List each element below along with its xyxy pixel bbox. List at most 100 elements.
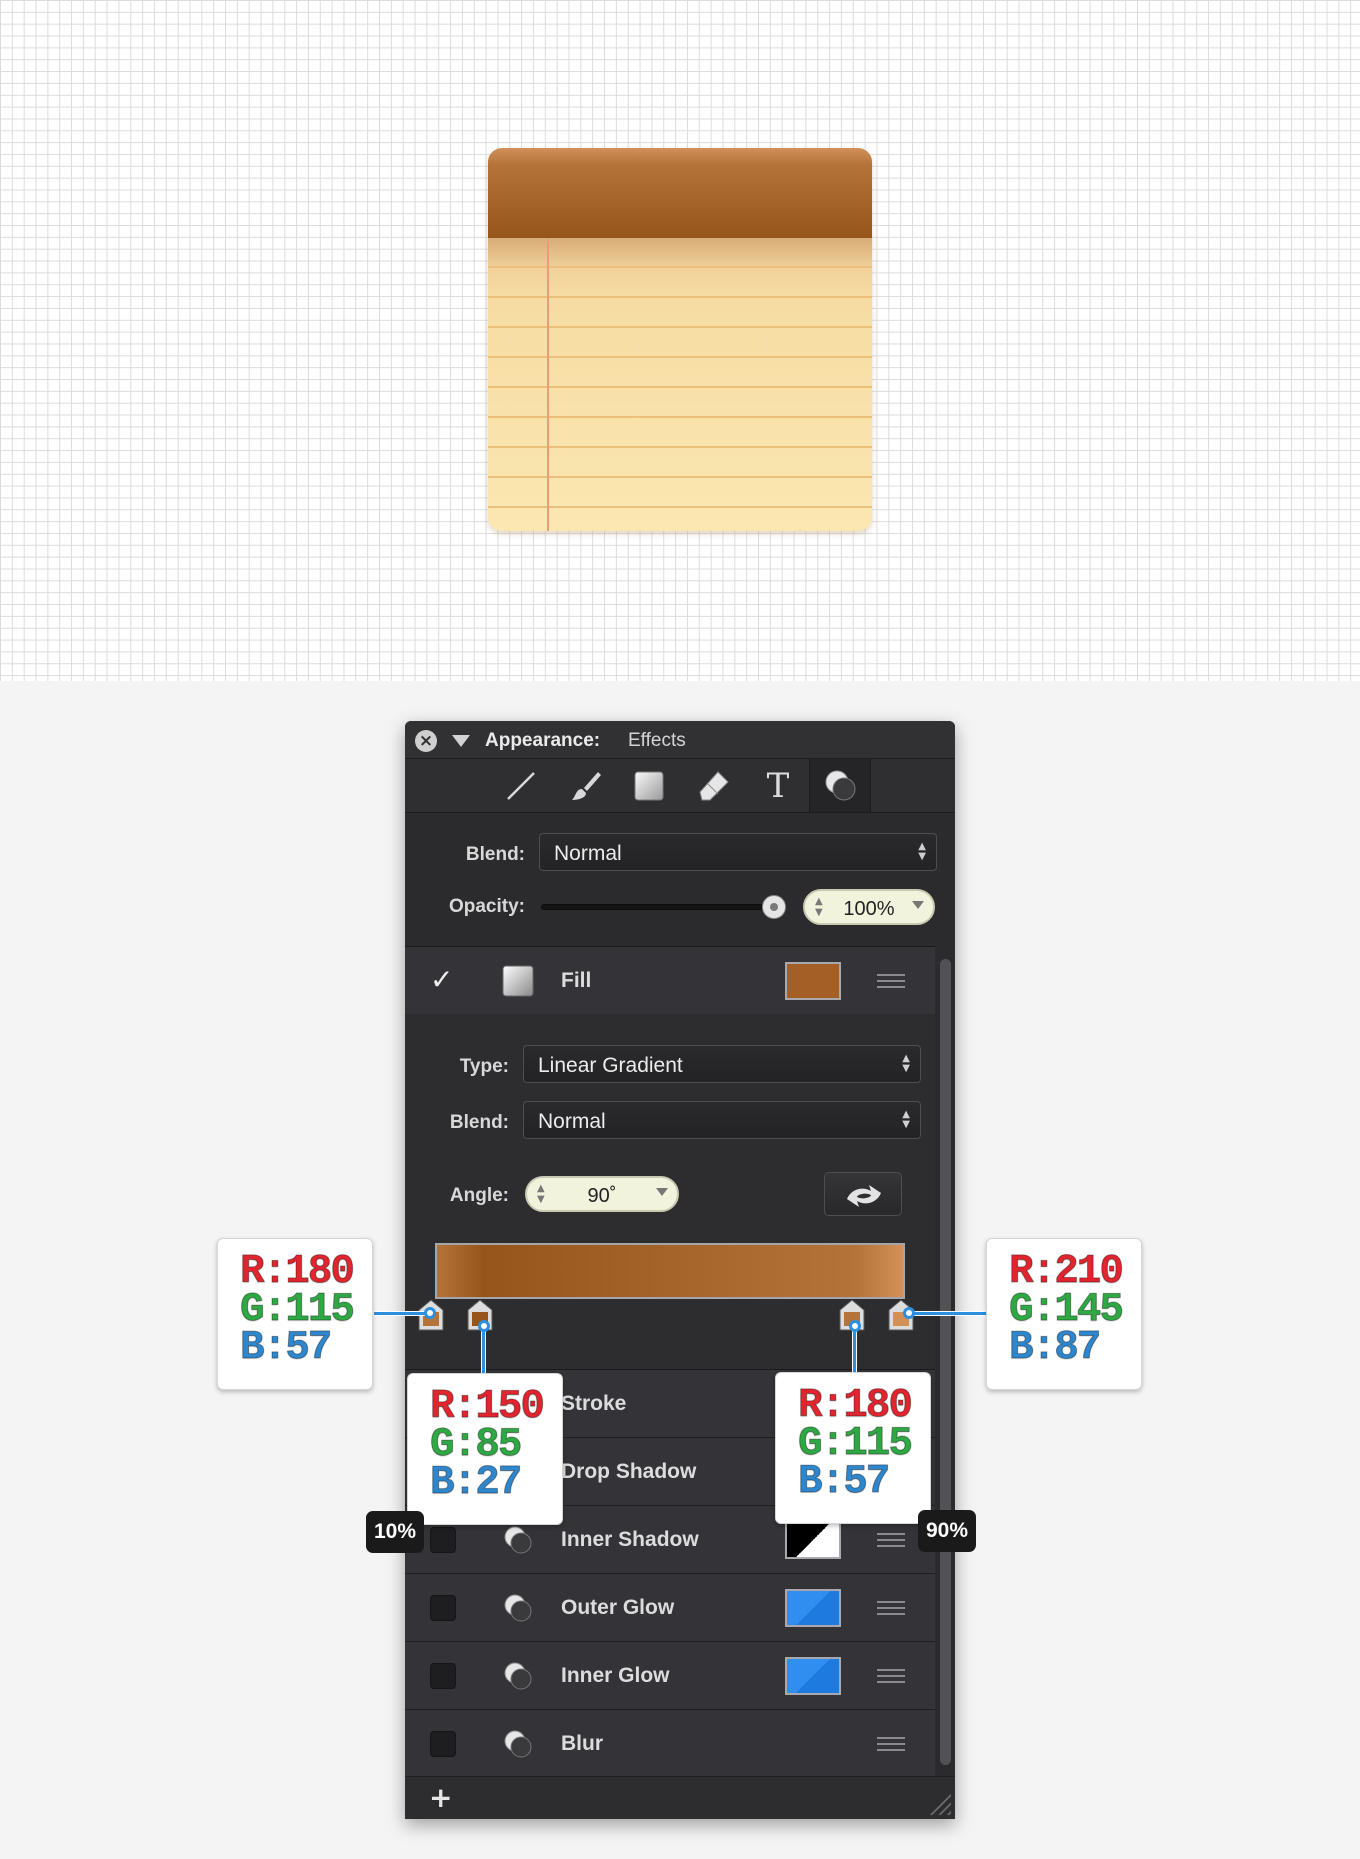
line-tool-icon[interactable] [490, 759, 552, 812]
screen: × Appearance: Effects T Blend: Normal ▲ … [0, 0, 1360, 1859]
notepad-rule [488, 356, 872, 358]
effect-circles-icon [504, 1730, 532, 1758]
effect-label: Inner Shadow [561, 1528, 699, 1551]
connector-dot [849, 1320, 861, 1332]
fill-gradient-icon [502, 965, 534, 997]
gradient-type-value: Linear Gradient [538, 1054, 683, 1077]
effect-label: Outer Glow [561, 1596, 675, 1619]
red-value: R:210 [1009, 1249, 1125, 1295]
swap-arrows-icon [847, 1185, 881, 1207]
effect-row-inner-glow[interactable]: Inner Glow [405, 1642, 935, 1710]
notepad-rule [488, 446, 872, 448]
blend-select-value: Normal [554, 842, 622, 865]
blue-value: B:27 [430, 1460, 523, 1506]
angle-value: 90˚ [587, 1185, 617, 1207]
eraser-tool-icon[interactable] [683, 759, 745, 812]
effect-row-outer-glow[interactable]: Outer Glow [405, 1574, 935, 1642]
scrollbar-thumb[interactable] [940, 959, 951, 1765]
gradient-preview-bar[interactable] [435, 1243, 905, 1299]
gradient-type-select[interactable]: Linear Gradient ▲ ▼ [523, 1045, 921, 1083]
effects-tool-icon[interactable] [809, 759, 871, 812]
panel-titlebar: × Appearance: Effects [405, 721, 955, 759]
fill-blend-select[interactable]: Normal ▲ ▼ [523, 1101, 921, 1139]
angle-field[interactable]: ▲ ▼ 90˚ [525, 1176, 679, 1212]
add-effect-button[interactable]: + [429, 1781, 452, 1815]
text-tool-icon[interactable]: T [747, 759, 809, 812]
green-value: G:115 [240, 1287, 356, 1333]
connector-dot [903, 1307, 915, 1319]
close-icon[interactable]: × [415, 730, 437, 752]
style-toolbar: T [405, 759, 955, 813]
drag-handle-icon[interactable] [877, 1669, 905, 1683]
opacity-slider-knob[interactable] [762, 895, 786, 919]
blue-value: B:57 [240, 1325, 333, 1371]
effect-checkbox[interactable] [430, 1595, 456, 1621]
effect-circles-icon [504, 1594, 532, 1622]
effect-label: Drop Shadow [561, 1460, 697, 1483]
notepad-rule [488, 386, 872, 388]
appearance-panel: × Appearance: Effects T Blend: Normal ▲ … [405, 721, 955, 1819]
opacity-label: Opacity: [448, 896, 525, 917]
drag-handle-icon[interactable] [877, 1601, 905, 1615]
effect-label: Blur [561, 1732, 603, 1755]
drag-handle-icon[interactable] [877, 1533, 905, 1547]
inner-shadow-color-swatch[interactable] [785, 1521, 841, 1559]
fill-blend-value: Normal [538, 1110, 606, 1133]
effect-checkbox[interactable] [430, 1731, 456, 1757]
notepad-illustration [488, 148, 872, 531]
green-value: G:85 [430, 1422, 523, 1468]
effect-row-blur[interactable]: Blur [405, 1710, 935, 1778]
effect-checkbox[interactable] [430, 1663, 456, 1689]
effect-label: Stroke [561, 1392, 627, 1415]
notepad-paper [488, 238, 872, 531]
panel-footer: + [405, 1776, 955, 1819]
stop-location-badge: 90% [918, 1510, 977, 1552]
dropdown-arrow-icon[interactable] [656, 1188, 668, 1196]
red-value: R:150 [430, 1384, 546, 1430]
drag-handle-icon[interactable] [877, 974, 905, 988]
effect-circles-icon [504, 1526, 532, 1554]
blend-label: Blend: [465, 844, 525, 865]
effect-label: Inner Glow [561, 1664, 670, 1687]
fill-row[interactable]: ✓ Fill [405, 947, 935, 1015]
notepad-rule [488, 476, 872, 478]
panel-subtitle: Effects [628, 730, 686, 751]
connector-dot [424, 1307, 436, 1319]
select-arrows-icon: ▲ ▼ [918, 841, 926, 862]
fill-color-swatch[interactable] [785, 962, 841, 1000]
fill-blend-label: Blend: [449, 1112, 509, 1133]
green-value: G:115 [798, 1421, 914, 1467]
reverse-gradient-button[interactable] [824, 1172, 902, 1216]
outer-glow-color-swatch[interactable] [785, 1589, 841, 1627]
stop-90-color-callout: R:180 G:115 B:57 [775, 1372, 931, 1524]
panel-title: Appearance: [485, 730, 601, 751]
opacity-field[interactable]: ▲ ▼ 100% [803, 889, 935, 925]
fill-checkbox-checkmark-icon[interactable]: ✓ [430, 966, 453, 994]
notepad-rule [488, 506, 872, 508]
opacity-slider-track[interactable] [541, 904, 777, 910]
connector-dot [478, 1320, 490, 1332]
red-value: R:180 [798, 1383, 914, 1429]
connector-line [853, 1326, 856, 1376]
stop-location-badge: 10% [366, 1511, 425, 1553]
connector-line [374, 1312, 430, 1315]
notepad-binding [488, 148, 872, 238]
dropdown-arrow-icon[interactable] [912, 901, 924, 909]
panel-scrollbar[interactable] [935, 947, 955, 1774]
blend-select[interactable]: Normal ▲ ▼ [539, 833, 937, 871]
inner-glow-color-swatch[interactable] [785, 1657, 841, 1695]
notepad-rule [488, 296, 872, 298]
collapse-triangle-icon[interactable] [452, 735, 470, 747]
effect-checkbox[interactable] [430, 1527, 456, 1553]
brush-tool-icon[interactable] [555, 759, 617, 812]
select-arrows-icon: ▲ ▼ [902, 1053, 910, 1074]
drag-handle-icon[interactable] [877, 1737, 905, 1751]
shape-tool-icon[interactable] [618, 759, 680, 812]
effect-circles-icon [504, 1662, 532, 1690]
notepad-rule [488, 326, 872, 328]
red-value: R:180 [240, 1249, 356, 1295]
resize-grip-icon[interactable] [929, 1793, 951, 1815]
notepad-margin-line [547, 238, 549, 531]
stop-0-color-callout: R:180 G:115 B:57 [217, 1238, 373, 1390]
connector-line [906, 1312, 986, 1315]
